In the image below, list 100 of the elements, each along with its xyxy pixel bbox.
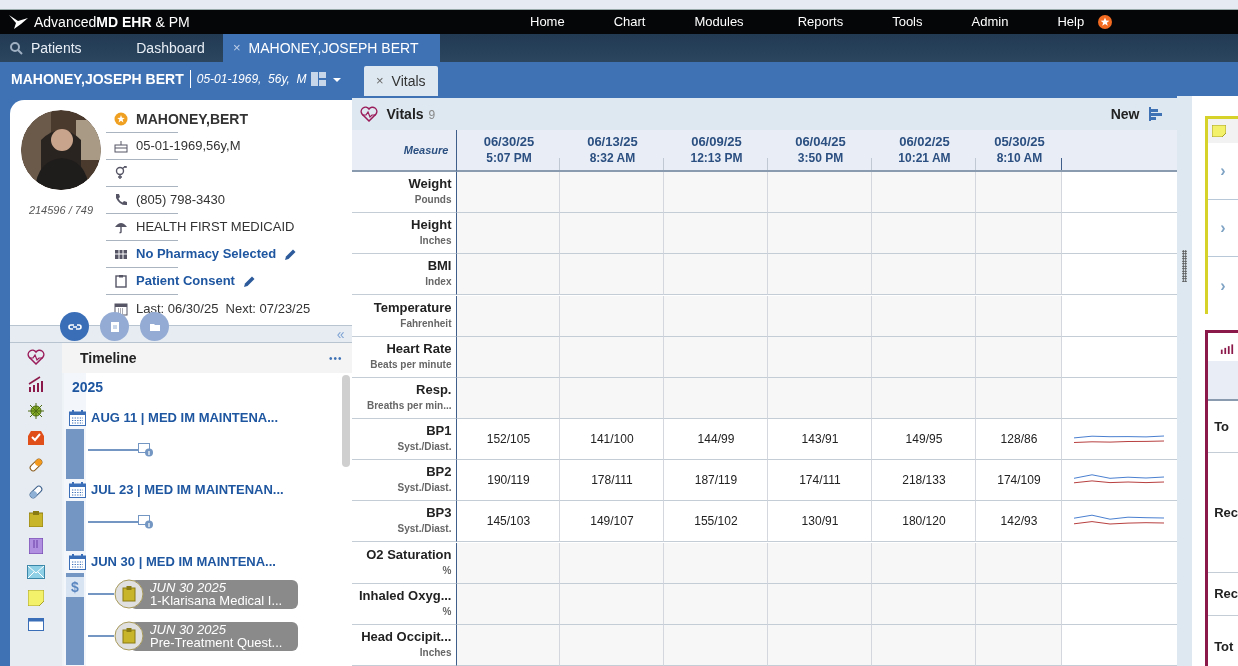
measure-unit: Beats per minute [370, 357, 452, 372]
measure-name: Temperature [373, 299, 452, 316]
menu-item[interactable]: Modules [694, 12, 744, 32]
row-label: Rec [1214, 585, 1238, 604]
table-cell: 141/100 [560, 419, 665, 461]
capsule-icon[interactable] [28, 484, 44, 500]
umbrella-icon [114, 220, 128, 234]
measure-unit: Syst./Diast. [397, 440, 452, 455]
table-cell: 178/111 [560, 460, 665, 502]
measure-name: BP1 [426, 423, 452, 440]
calendar-icon[interactable] [28, 617, 44, 631]
vitals-count: 9 [428, 107, 436, 124]
clipboard-icon [114, 274, 128, 288]
table-cell: 128/86 [976, 419, 1063, 461]
menu-item[interactable]: Reports [797, 12, 844, 32]
table-cell: 187/119 [664, 460, 769, 502]
column-header: Measure [403, 142, 449, 158]
inbox-icon[interactable] [27, 430, 45, 446]
timeline-title: Timeline [80, 348, 137, 368]
column-header: 06/02/25 10:21 AM [898, 134, 951, 166]
gender-icon [114, 166, 128, 180]
calendar-icon [69, 554, 86, 570]
measure-name: Height [411, 217, 452, 234]
growth-chart-icon[interactable] [28, 376, 44, 392]
measure-name: BP2 [426, 464, 452, 481]
measure-name: Resp. [416, 381, 452, 398]
table-cell: 174/111 [768, 460, 873, 502]
table-cell: 180/120 [872, 501, 977, 543]
more-menu[interactable]: ••• [328, 350, 343, 366]
patient-details: 05-01-1969, 56y, M [196, 71, 307, 88]
column-header: 06/09/25 12:13 PM [690, 134, 743, 166]
year-label: 2025 [71, 378, 105, 397]
timeline-bar [66, 429, 84, 479]
tab[interactable]: Dashboard [118, 34, 223, 62]
pill-icon[interactable] [28, 457, 44, 473]
bird-logo-icon [8, 14, 30, 30]
column-header: 06/13/25 8:32 AM [587, 134, 638, 166]
tab[interactable]: Patients [0, 34, 118, 62]
tab[interactable]: × MAHONEY,JOSEPH BERT [223, 34, 441, 62]
calendar-icon [114, 301, 128, 316]
measure-name: Heart Rate [386, 340, 452, 357]
table-header [1208, 361, 1238, 401]
info-document-icon[interactable] [138, 443, 154, 457]
content-tab[interactable]: × Vitals [364, 66, 438, 96]
patient-nickname: MAHONEY,BERT [136, 109, 248, 129]
patient-name: MAHONEY,JOSEPH BERT [11, 69, 184, 89]
table-cell: 190/119 [456, 460, 561, 502]
measure-name: O2 Saturation [366, 546, 452, 563]
pencil-icon[interactable] [242, 274, 256, 288]
appointment-link[interactable]: JUN 30 | MED IM MAINTENA... [91, 552, 276, 572]
menu-item[interactable]: Help [1057, 12, 1085, 32]
account-number: 214596 / 749 [28, 203, 94, 218]
menu-item[interactable]: Tools [892, 12, 923, 32]
resize-handle[interactable] [1182, 250, 1188, 282]
appointment-link[interactable]: JUL 23 | MED IM MAINTENAN... [91, 480, 284, 500]
scrollbar-thumb[interactable] [342, 375, 351, 467]
envelope-icon[interactable] [27, 565, 45, 579]
layout-dropdown-icon[interactable] [311, 71, 343, 87]
patient-field: (805) 798-3430 [136, 190, 225, 210]
measure-name: Inhaled Oxyg... [359, 587, 452, 604]
table-cell: 149/107 [560, 501, 665, 543]
star-icon [114, 112, 128, 126]
measure-unit: % [442, 604, 452, 619]
column-header: 06/04/25 3:50 PM [795, 134, 846, 166]
virus-icon[interactable] [28, 403, 44, 419]
sticky-note-icon [1212, 125, 1227, 137]
star-badge-icon[interactable] [1098, 15, 1113, 29]
bar-chart-icon[interactable] [1149, 107, 1164, 121]
measure-unit: Inches [419, 234, 452, 249]
panel-title: Vitals [386, 104, 424, 124]
timeline-bar [66, 501, 84, 551]
measure-unit: Fahrenheit [400, 316, 452, 331]
menu-item[interactable]: Home [530, 12, 565, 32]
calendar-icon [69, 482, 86, 498]
field-link[interactable]: No Pharmacy Selected [136, 244, 277, 264]
patient-field: Last: 06/30/25 Next: 07/23/25 [136, 298, 311, 319]
row-label: Rec [1214, 503, 1238, 522]
table-cell: 155/102 [664, 501, 769, 543]
pencil-icon[interactable] [284, 247, 298, 261]
field-link[interactable]: Patient Consent [136, 271, 235, 291]
close-icon[interactable]: × [376, 71, 384, 91]
measure-unit: Inches [419, 645, 452, 660]
table-cell: 149/95 [872, 419, 977, 461]
menu-item[interactable]: Admin [971, 12, 1009, 32]
measure-unit: Breaths per min... [367, 398, 452, 413]
phone-icon [114, 193, 128, 207]
table-cell: 130/91 [768, 501, 873, 543]
clipboard-icon[interactable] [29, 511, 43, 527]
info-document-icon[interactable] [138, 515, 154, 529]
menu-item[interactable]: Chart [613, 12, 646, 32]
heartbeat-icon[interactable] [27, 349, 45, 365]
table-cell: 143/91 [768, 419, 873, 461]
row-label: To [1214, 417, 1230, 436]
app-brand: AdvancedMD EHR & PM [34, 12, 190, 32]
measure-name: Head Occipit... [361, 628, 452, 645]
measure-unit: Pounds [414, 193, 452, 208]
building-icon [114, 247, 128, 261]
calendar-icon [69, 410, 86, 426]
new-button[interactable]: New [1110, 103, 1140, 125]
appointment-link[interactable]: AUG 11 | MED IM MAINTENA... [91, 408, 279, 428]
